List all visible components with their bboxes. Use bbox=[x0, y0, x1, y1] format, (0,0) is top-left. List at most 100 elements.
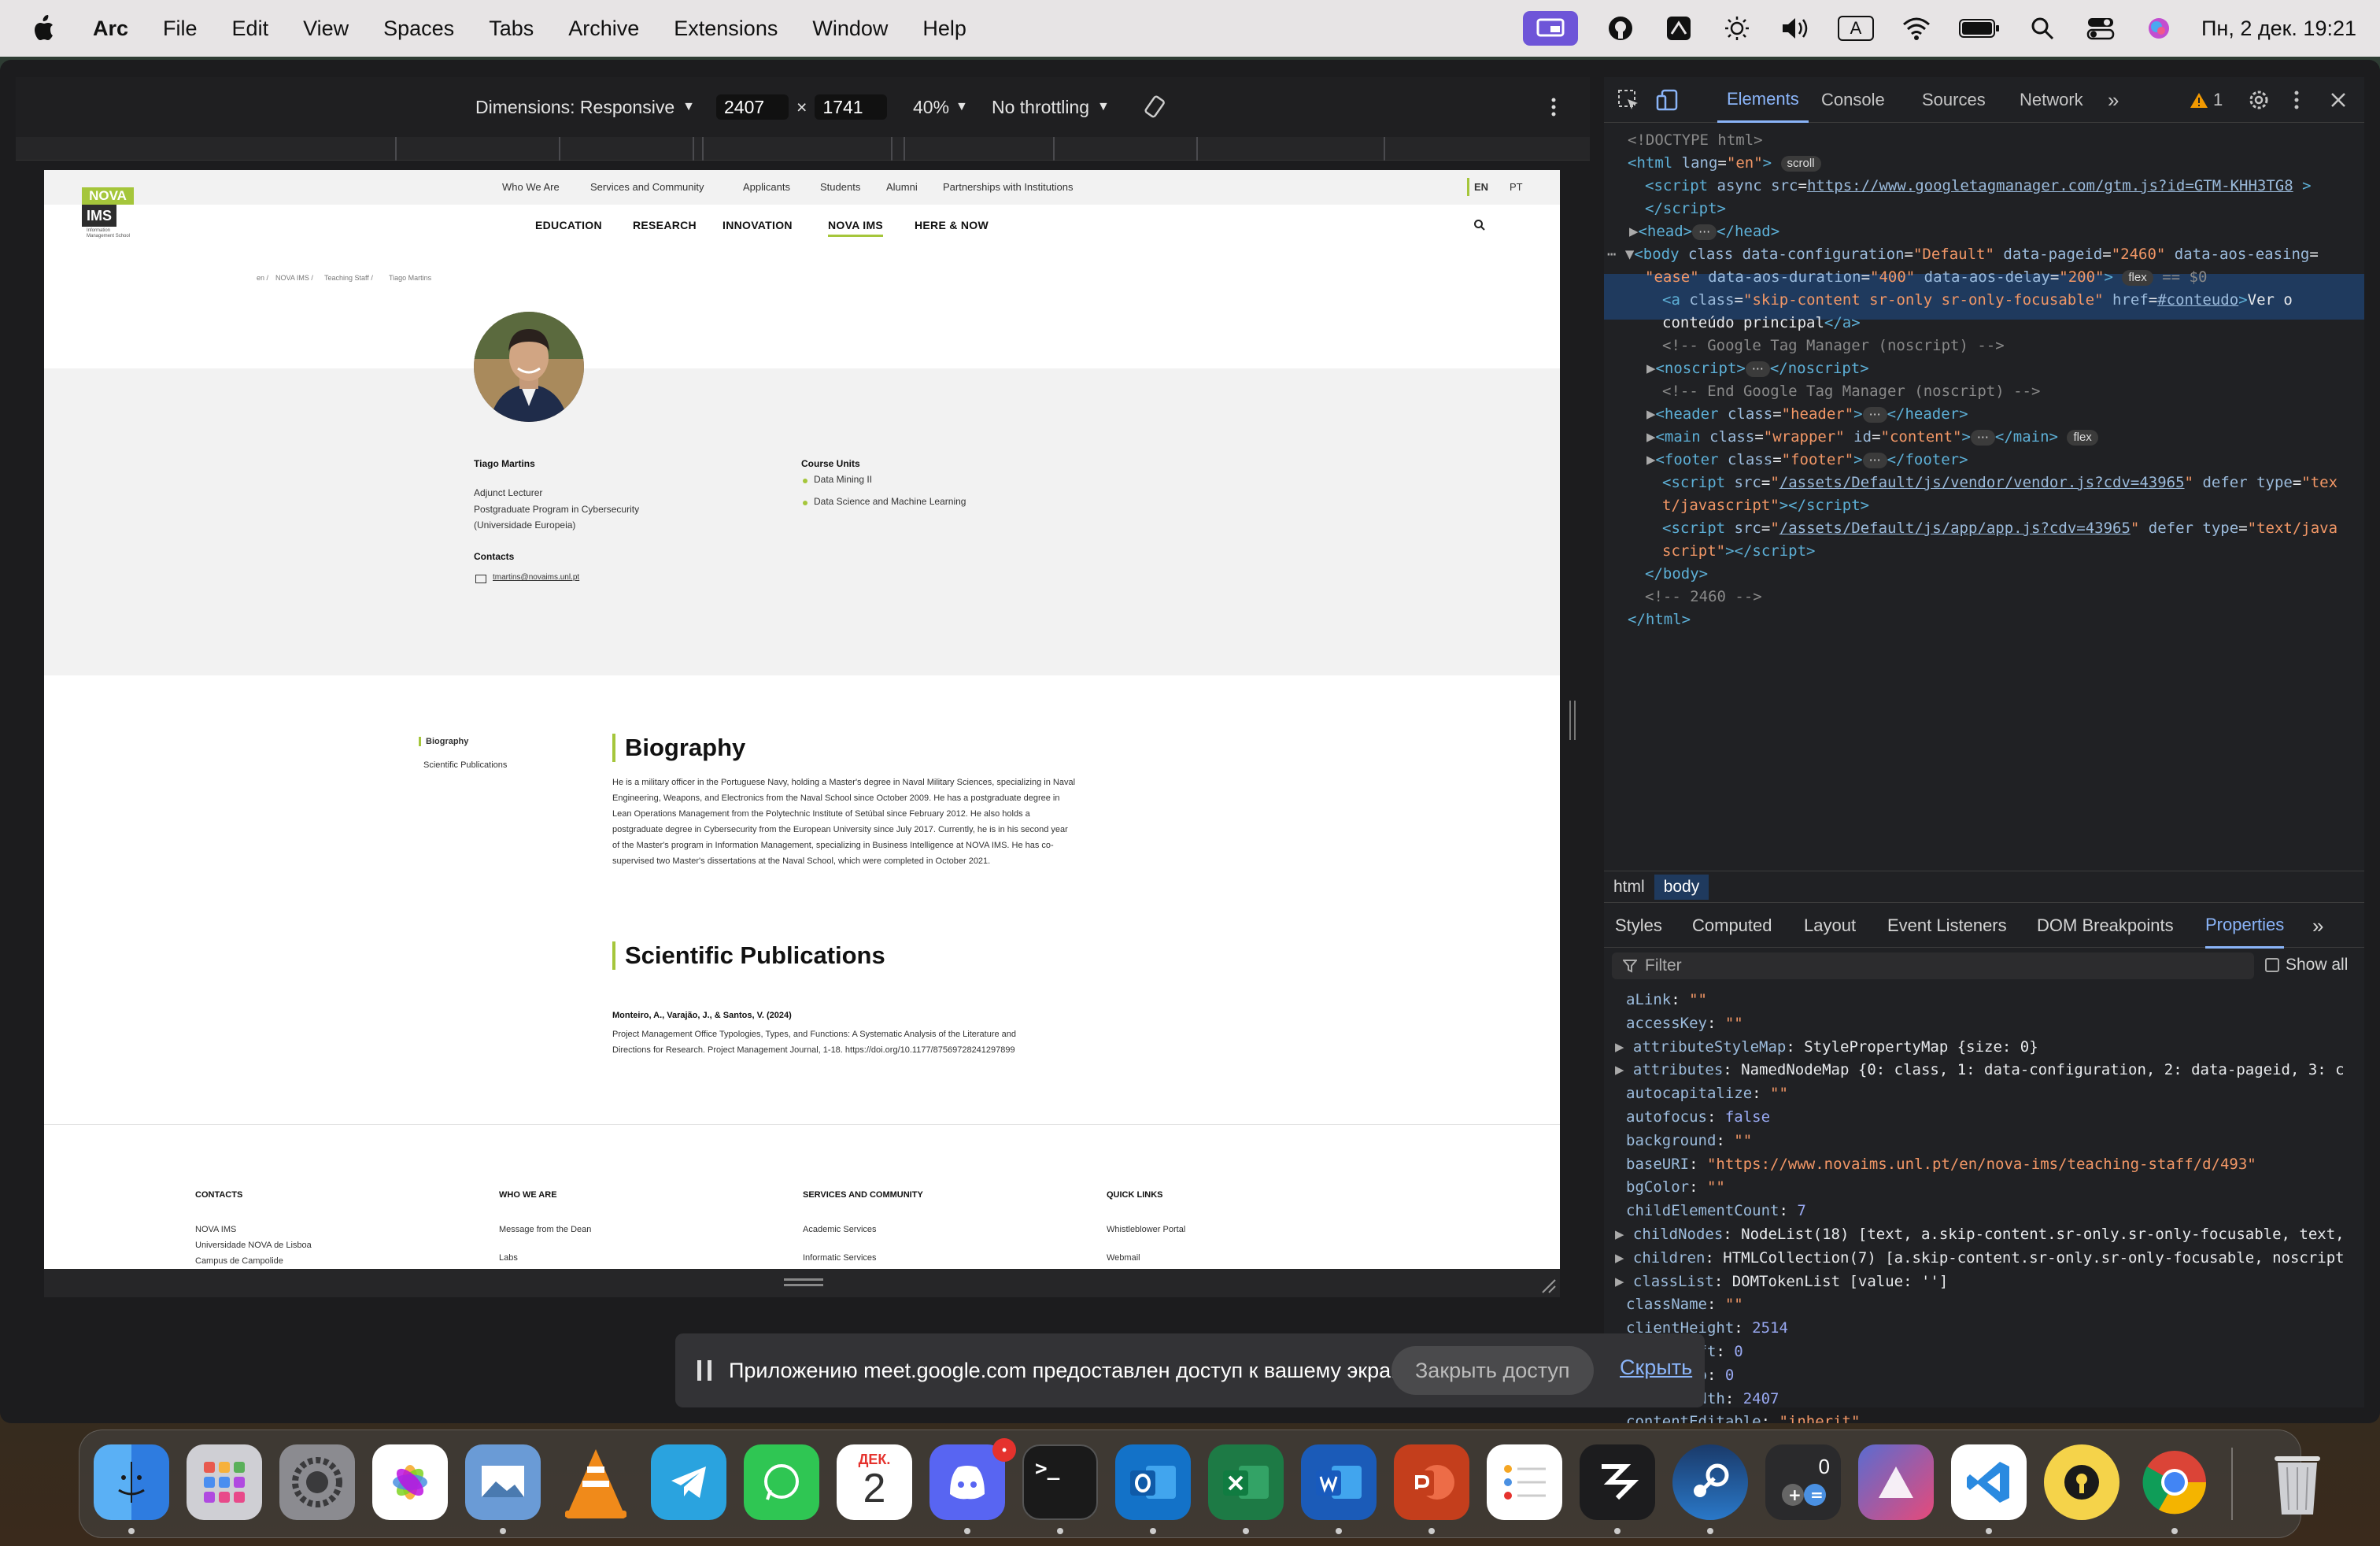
menu-view[interactable]: View bbox=[303, 17, 349, 41]
viewport-resize-bar[interactable] bbox=[44, 1269, 1560, 1297]
crumb-html[interactable]: html bbox=[1604, 875, 1654, 900]
dom-head[interactable]: ▶<head> ⋯ </head> bbox=[1629, 220, 1779, 243]
subtab-dom-breakpoints[interactable]: DOM Breakpoints bbox=[2037, 903, 2174, 949]
vscode-icon[interactable] bbox=[1951, 1444, 2027, 1520]
profile-email-link[interactable]: tmartins@novaims.unl.pt bbox=[493, 573, 579, 582]
photos-icon[interactable] bbox=[372, 1444, 448, 1520]
subtab-properties[interactable]: Properties bbox=[2205, 903, 2285, 949]
expand-arrow-icon[interactable]: ▶ bbox=[1615, 1249, 1633, 1267]
sidenav-biography[interactable]: Biography bbox=[419, 737, 468, 746]
property-row[interactable]: autocapitalize: "" bbox=[1626, 1082, 1788, 1105]
tab-console[interactable]: Console bbox=[1821, 77, 1885, 123]
excel-icon[interactable] bbox=[1208, 1444, 1284, 1520]
reminders-icon[interactable] bbox=[1487, 1444, 1562, 1520]
brightness-icon[interactable] bbox=[1721, 13, 1753, 44]
resize-corner-icon[interactable] bbox=[1541, 1278, 1557, 1294]
search-icon[interactable] bbox=[1473, 219, 1486, 231]
resize-grip-icon[interactable] bbox=[784, 1278, 823, 1286]
inspect-element-icon[interactable] bbox=[1617, 77, 1640, 123]
calculator-icon[interactable]: 0 + = bbox=[1765, 1444, 1841, 1520]
expand-arrow-icon[interactable]: ▶ bbox=[1615, 1061, 1633, 1078]
topnav-partnerships[interactable]: Partnerships with Institutions bbox=[943, 181, 1073, 193]
subtab-event-listeners[interactable]: Event Listeners bbox=[1887, 903, 2007, 949]
rotate-icon[interactable] bbox=[1143, 77, 1168, 137]
outlook-icon[interactable] bbox=[1115, 1444, 1191, 1520]
property-row[interactable]: ▶ children: HTMLCollection(7) [a.skip-co… bbox=[1615, 1247, 2345, 1270]
footer-link[interactable]: Webmail bbox=[1107, 1253, 1140, 1263]
footer-link[interactable]: Message from the Dean bbox=[499, 1225, 591, 1234]
show-all-checkbox[interactable]: Show all bbox=[2265, 956, 2348, 975]
menu-help[interactable]: Help bbox=[922, 17, 966, 41]
dom-script-vendor[interactable]: <script src="/assets/Default/js/vendor/v… bbox=[1662, 472, 2338, 494]
screen-share-icon[interactable] bbox=[1523, 11, 1578, 46]
subtab-styles[interactable]: Styles bbox=[1615, 903, 1662, 949]
trash-icon[interactable] bbox=[2260, 1444, 2335, 1520]
chrome-icon[interactable] bbox=[2137, 1444, 2212, 1520]
terminal-icon[interactable]: >_ bbox=[1022, 1444, 1098, 1520]
property-row[interactable]: ▶ childNodes: NodeList(18) [text, a.skip… bbox=[1615, 1223, 2345, 1246]
course-unit-item[interactable]: Data Science and Machine Learning bbox=[814, 496, 966, 507]
tab-elements[interactable]: Elements bbox=[1717, 77, 1809, 123]
system-settings-icon[interactable] bbox=[279, 1444, 355, 1520]
dom-noscript[interactable]: ▶<noscript> ⋯ </noscript> bbox=[1646, 357, 1869, 380]
dom-header[interactable]: ▶<header class="header"> ⋯ </header> bbox=[1646, 403, 1968, 426]
stop-sharing-button[interactable]: Закрыть доступ bbox=[1391, 1346, 1594, 1395]
stage-icon[interactable] bbox=[1663, 13, 1694, 44]
dom-body-open[interactable]: ⋯ ▼<body class data-configuration="Defau… bbox=[1607, 243, 2319, 266]
footer-link[interactable]: Labs bbox=[499, 1253, 518, 1263]
dom-html-open[interactable]: <html lang="en"> scroll bbox=[1628, 152, 1821, 175]
mainnav-here-now[interactable]: HERE & NOW bbox=[915, 219, 989, 231]
subtab-layout[interactable]: Layout bbox=[1804, 903, 1856, 949]
more-subtabs-icon[interactable]: » bbox=[2312, 903, 2323, 949]
mainnav-education[interactable]: EDUCATION bbox=[535, 219, 602, 231]
menu-file[interactable]: File bbox=[163, 17, 198, 41]
affinity-icon[interactable] bbox=[1858, 1444, 1934, 1520]
preview-icon[interactable] bbox=[465, 1444, 541, 1520]
menu-extensions[interactable]: Extensions bbox=[674, 17, 778, 41]
menu-window[interactable]: Window bbox=[812, 17, 888, 41]
tab-sources[interactable]: Sources bbox=[1922, 77, 1986, 123]
calendar-icon[interactable]: ДЕК. 2 bbox=[837, 1444, 912, 1520]
battery-icon[interactable] bbox=[1959, 13, 2000, 44]
telegram-icon[interactable] bbox=[651, 1444, 726, 1520]
vlc-icon[interactable] bbox=[558, 1444, 634, 1520]
property-row[interactable]: ▶ attributes: NamedNodeMap {0: class, 1:… bbox=[1615, 1059, 2345, 1082]
dom-doctype[interactable]: <!DOCTYPE html> bbox=[1628, 129, 1763, 152]
gtm-src-link[interactable]: https://www.googletagmanager.com/gtm.js?… bbox=[1807, 177, 2293, 194]
property-row[interactable]: ▶ classList: DOMTokenList [value: ''] bbox=[1615, 1270, 1948, 1293]
crumb-body[interactable]: body bbox=[1654, 874, 1709, 900]
breadcrumb-nova-ims[interactable]: NOVA IMS / bbox=[275, 274, 313, 282]
control-center-icon[interactable] bbox=[2085, 13, 2116, 44]
stage-icon[interactable] bbox=[1580, 1444, 1655, 1520]
footer-link[interactable]: Whistleblower Portal bbox=[1107, 1225, 1185, 1234]
breadcrumb-en[interactable]: en / bbox=[257, 274, 268, 282]
mainnav-nova-ims[interactable]: NOVA IMS bbox=[828, 219, 884, 237]
keyboard-icon[interactable]: A bbox=[1838, 16, 1874, 41]
property-row[interactable]: aLink: "" bbox=[1626, 989, 1707, 1012]
property-row[interactable]: contentEditable: "inherit" bbox=[1626, 1411, 1860, 1423]
nova-ims-logo[interactable]: NOVA IMS Information Management School bbox=[82, 187, 134, 244]
menu-archive[interactable]: Archive bbox=[568, 17, 639, 41]
lang-en[interactable]: EN bbox=[1467, 178, 1493, 196]
sidenav-publications[interactable]: Scientific Publications bbox=[423, 760, 507, 770]
property-row[interactable]: ▶ attributeStyleMap: StylePropertyMap {s… bbox=[1615, 1036, 2038, 1059]
property-row[interactable]: childElementCount: 7 bbox=[1626, 1200, 1806, 1222]
course-unit-item[interactable]: Data Mining II bbox=[814, 474, 872, 485]
subtab-computed[interactable]: Computed bbox=[1692, 903, 1772, 949]
devtools-menu-icon[interactable] bbox=[2293, 77, 2300, 123]
more-tabs-icon[interactable]: » bbox=[2108, 77, 2119, 123]
dimensions-dropdown[interactable]: Dimensions: Responsive ▼ bbox=[475, 77, 695, 137]
warnings-badge[interactable]: 1 bbox=[2190, 77, 2223, 123]
property-row[interactable]: autofocus: false bbox=[1626, 1106, 1770, 1129]
dom-skip-link[interactable]: <a class="skip-content sr-only sr-only-f… bbox=[1662, 289, 2293, 312]
word-icon[interactable] bbox=[1301, 1444, 1377, 1520]
property-row[interactable]: background: "" bbox=[1626, 1130, 1752, 1152]
topnav-students[interactable]: Students bbox=[820, 181, 860, 193]
menu-app-name[interactable]: Arc bbox=[93, 17, 128, 41]
wifi-icon[interactable] bbox=[1901, 13, 1932, 44]
topnav-services[interactable]: Services and Community bbox=[590, 181, 704, 193]
keeper-icon[interactable] bbox=[2044, 1444, 2119, 1520]
menu-spaces[interactable]: Spaces bbox=[383, 17, 454, 41]
height-input[interactable]: 1741 bbox=[815, 94, 888, 120]
property-row[interactable]: className: "" bbox=[1626, 1293, 1743, 1316]
